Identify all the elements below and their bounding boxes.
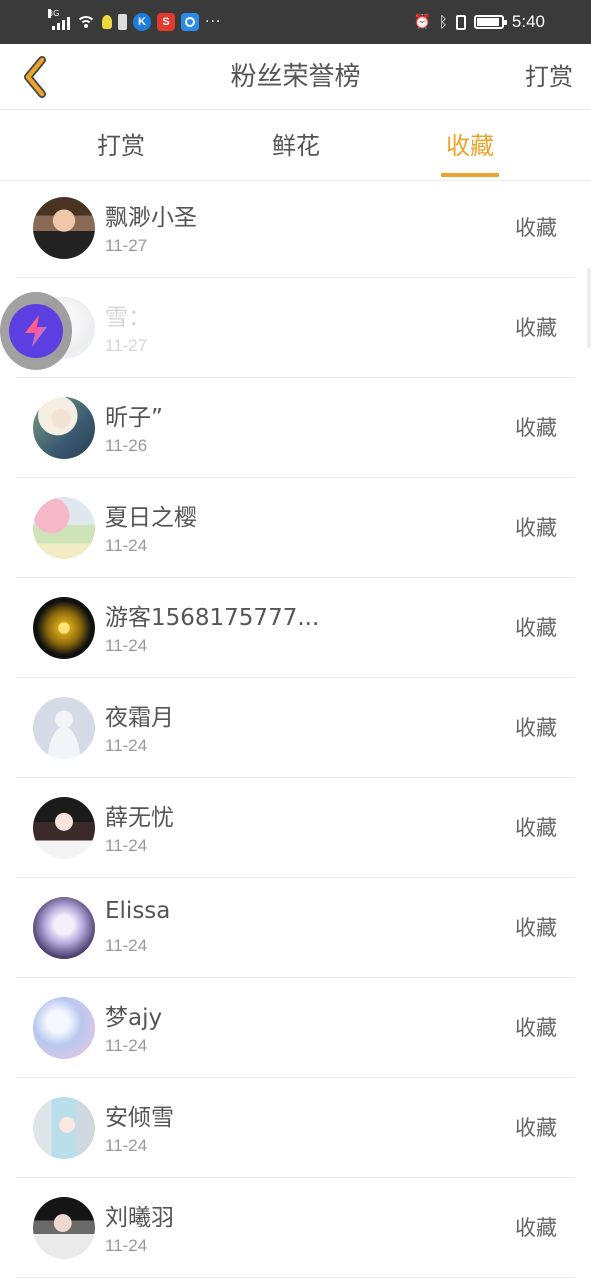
tab-favorites[interactable]: 收藏 [441, 111, 499, 181]
tab-flowers[interactable]: 鲜花 [265, 111, 327, 181]
network-type-label: 3G [48, 9, 60, 18]
scrollbar[interactable] [587, 268, 591, 348]
user-name: 昕子” [105, 405, 163, 431]
fan-list: 飘渺小圣 11-27 收藏 雪： 11-27 收藏 昕子” 11-26 收藏 夏… [0, 178, 591, 1278]
date: 11-27 [105, 236, 148, 255]
list-item[interactable]: 刘曦羽 11-24 收藏 [0, 1178, 591, 1278]
date: 11-24 [105, 1136, 148, 1155]
active-tab-indicator [441, 173, 499, 177]
user-name: 雪： [105, 305, 151, 331]
action-label: 收藏 [515, 216, 557, 240]
date: 11-24 [105, 936, 148, 955]
avatar [33, 197, 95, 259]
nav-bar: 粉丝荣誉榜 打赏 [0, 44, 591, 110]
action-label: 收藏 [515, 716, 557, 740]
bluetooth-icon: ᛒ [438, 13, 448, 31]
status-bar-left: 3G K S ··· [48, 9, 222, 34]
wifi-icon [76, 14, 96, 30]
user-name: 安倾雪 [105, 1105, 174, 1131]
date: 11-24 [105, 736, 148, 755]
avatar [33, 497, 95, 559]
date: 11-24 [105, 1236, 148, 1255]
avatar [33, 397, 95, 459]
divider [16, 1277, 575, 1278]
date: 11-24 [105, 636, 148, 655]
list-item[interactable]: 游客1568175777... 11-24 收藏 [0, 578, 591, 678]
floating-button-core [9, 304, 63, 358]
page-title: 粉丝荣誉榜 [230, 62, 361, 92]
more-dots-icon: ··· [205, 14, 222, 30]
list-item[interactable]: 薛无忧 11-24 收藏 [0, 778, 591, 878]
action-label: 收藏 [515, 816, 557, 840]
list-item[interactable]: 昕子” 11-26 收藏 [0, 378, 591, 478]
action-label: 收藏 [515, 516, 557, 540]
action-label: 收藏 [515, 416, 557, 440]
avatar [33, 597, 95, 659]
list-item[interactable]: 夏日之樱 11-24 收藏 [0, 478, 591, 578]
action-label: 收藏 [515, 916, 557, 940]
date: 11-26 [105, 436, 148, 455]
back-button[interactable] [10, 52, 60, 102]
action-label: 收藏 [515, 1116, 557, 1140]
action-label: 收藏 [515, 1016, 557, 1040]
status-bar-right: ⏰ ᛒ 5:40 [413, 10, 545, 34]
tab-label: 鲜花 [272, 132, 320, 160]
signal-icon: 3G [48, 9, 70, 30]
user-name: 飘渺小圣 [105, 205, 197, 231]
floating-assistant-button[interactable] [0, 292, 72, 370]
list-item[interactable]: 夜霜月 11-24 收藏 [0, 678, 591, 778]
date: 11-24 [105, 836, 148, 855]
status-bar: 3G K S ··· ⏰ ᛒ 5:40 [0, 0, 591, 44]
battery-icon [473, 15, 507, 29]
action-label: 收藏 [515, 616, 557, 640]
user-name: Elissa [105, 898, 171, 924]
list-item[interactable]: 安倾雪 11-24 收藏 [0, 1078, 591, 1178]
alarm-icon: ⏰ [413, 14, 431, 30]
s-app-icon: S [157, 13, 175, 31]
action-label: 收藏 [515, 1216, 557, 1240]
list-item[interactable]: 雪： 11-27 收藏 [0, 278, 591, 378]
browser-app-icon [181, 13, 199, 31]
avatar [33, 797, 95, 859]
date: 11-27 [105, 336, 148, 355]
chevron-left-icon [24, 56, 46, 98]
list-item[interactable]: 梦ajy 11-24 收藏 [0, 978, 591, 1078]
avatar [33, 897, 95, 959]
date: 11-24 [105, 536, 148, 555]
avatar [33, 1197, 95, 1259]
date: 11-24 [105, 1036, 148, 1055]
clock: 5:40 [511, 12, 545, 31]
avatar [33, 1097, 95, 1159]
user-name: 夜霜月 [105, 705, 174, 731]
user-name: 刘曦羽 [105, 1205, 174, 1231]
action-label: 收藏 [515, 316, 557, 340]
bulb-icon [102, 15, 112, 29]
user-name: 薛无忧 [105, 805, 174, 831]
lightning-bolt-icon [25, 315, 47, 347]
tab-reward[interactable]: 打赏 [90, 111, 152, 181]
battery-small-icon [118, 14, 127, 30]
k-app-icon: K [133, 13, 151, 31]
user-name: 夏日之樱 [105, 505, 197, 531]
list-item[interactable]: Elissa 11-24 收藏 [0, 878, 591, 978]
tab-bar: 打赏 鲜花 收藏 [0, 111, 591, 181]
avatar [33, 697, 95, 759]
tab-label: 收藏 [446, 132, 494, 160]
list-item[interactable]: 飘渺小圣 11-27 收藏 [0, 178, 591, 278]
vibrate-icon [455, 14, 466, 30]
reward-nav-button[interactable]: 打赏 [525, 44, 573, 110]
tab-label: 打赏 [97, 132, 145, 160]
user-name: 游客1568175777... [105, 605, 320, 631]
user-name: 梦ajy [105, 1005, 163, 1031]
avatar [33, 997, 95, 1059]
